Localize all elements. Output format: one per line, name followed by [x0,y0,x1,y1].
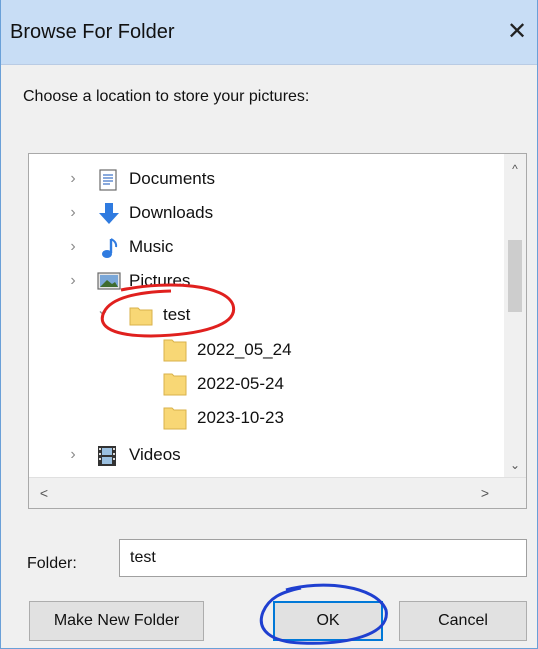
scroll-up-icon[interactable]: ^ [504,158,526,180]
expand-chevron-icon[interactable]: › [65,440,81,470]
close-button[interactable]: ✕ [499,10,535,54]
ok-button[interactable]: OK [273,601,383,641]
tree-item-label: 2023-10-23 [197,408,284,427]
expand-chevron-icon[interactable]: › [65,266,81,296]
folder-field-label: Folder: [27,555,77,572]
tree-item-downloads[interactable]: › Downloads [29,198,499,228]
browse-for-folder-dialog: Browse For Folder ✕ Choose a location to… [0,0,538,649]
collapse-chevron-icon[interactable]: ⌄ [95,296,111,326]
vertical-scrollbar[interactable]: ^ ⌄ [504,154,526,478]
tree-item-label: Videos [129,445,181,464]
expand-chevron-icon[interactable]: › [65,198,81,228]
scroll-left-icon[interactable]: < [33,478,55,508]
tree-item-pictures[interactable]: › Pictures [29,266,499,296]
folder-tree[interactable]: › Documents › Downloads › Music › Pictur… [28,153,527,509]
tree-item-label: Pictures [129,271,191,290]
tree-item-label: 2022_05_24 [197,340,292,359]
documents-icon [97,169,119,191]
scroll-thumb[interactable] [508,240,522,312]
folder-icon [163,406,187,430]
downloads-icon [97,203,119,224]
title-bar[interactable]: Browse For Folder ✕ [1,0,537,65]
tree-item-label: Downloads [129,203,214,222]
horizontal-scrollbar[interactable]: < > [29,477,526,508]
folder-icon [163,372,187,396]
folder-icon [129,304,153,326]
tree-item-videos[interactable]: › Videos [29,440,499,470]
folder-input[interactable] [119,539,527,577]
scroll-right-icon[interactable]: > [474,478,496,508]
music-icon [99,237,121,258]
tree-item-label: Documents [129,169,215,188]
scroll-down-icon[interactable]: ⌄ [504,454,526,476]
expand-chevron-icon[interactable]: › [65,164,81,194]
tree-item-2022-05-24[interactable]: 2022-05-24 [29,369,499,399]
tree-item-documents[interactable]: › Documents [29,164,499,194]
folder-icon [163,338,187,362]
tree-item-label: test [163,305,191,324]
tree-item-2022_05_24[interactable]: 2022_05_24 [29,335,499,365]
cancel-button[interactable]: Cancel [399,601,527,641]
tree-item-music[interactable]: › Music [29,232,499,262]
pictures-icon [97,271,121,291]
tree-item-label: 2022-05-24 [197,374,284,393]
make-new-folder-button[interactable]: Make New Folder [29,601,204,641]
tree-item-2023-10-23[interactable]: 2023-10-23 [29,403,499,433]
expand-chevron-icon[interactable]: › [65,232,81,262]
videos-icon [97,445,119,466]
dialog-prompt: Choose a location to store your pictures… [23,88,310,105]
tree-item-label: Music [129,237,174,256]
dialog-title: Browse For Folder [10,21,175,43]
tree-item-test[interactable]: ⌄ test [29,300,499,330]
